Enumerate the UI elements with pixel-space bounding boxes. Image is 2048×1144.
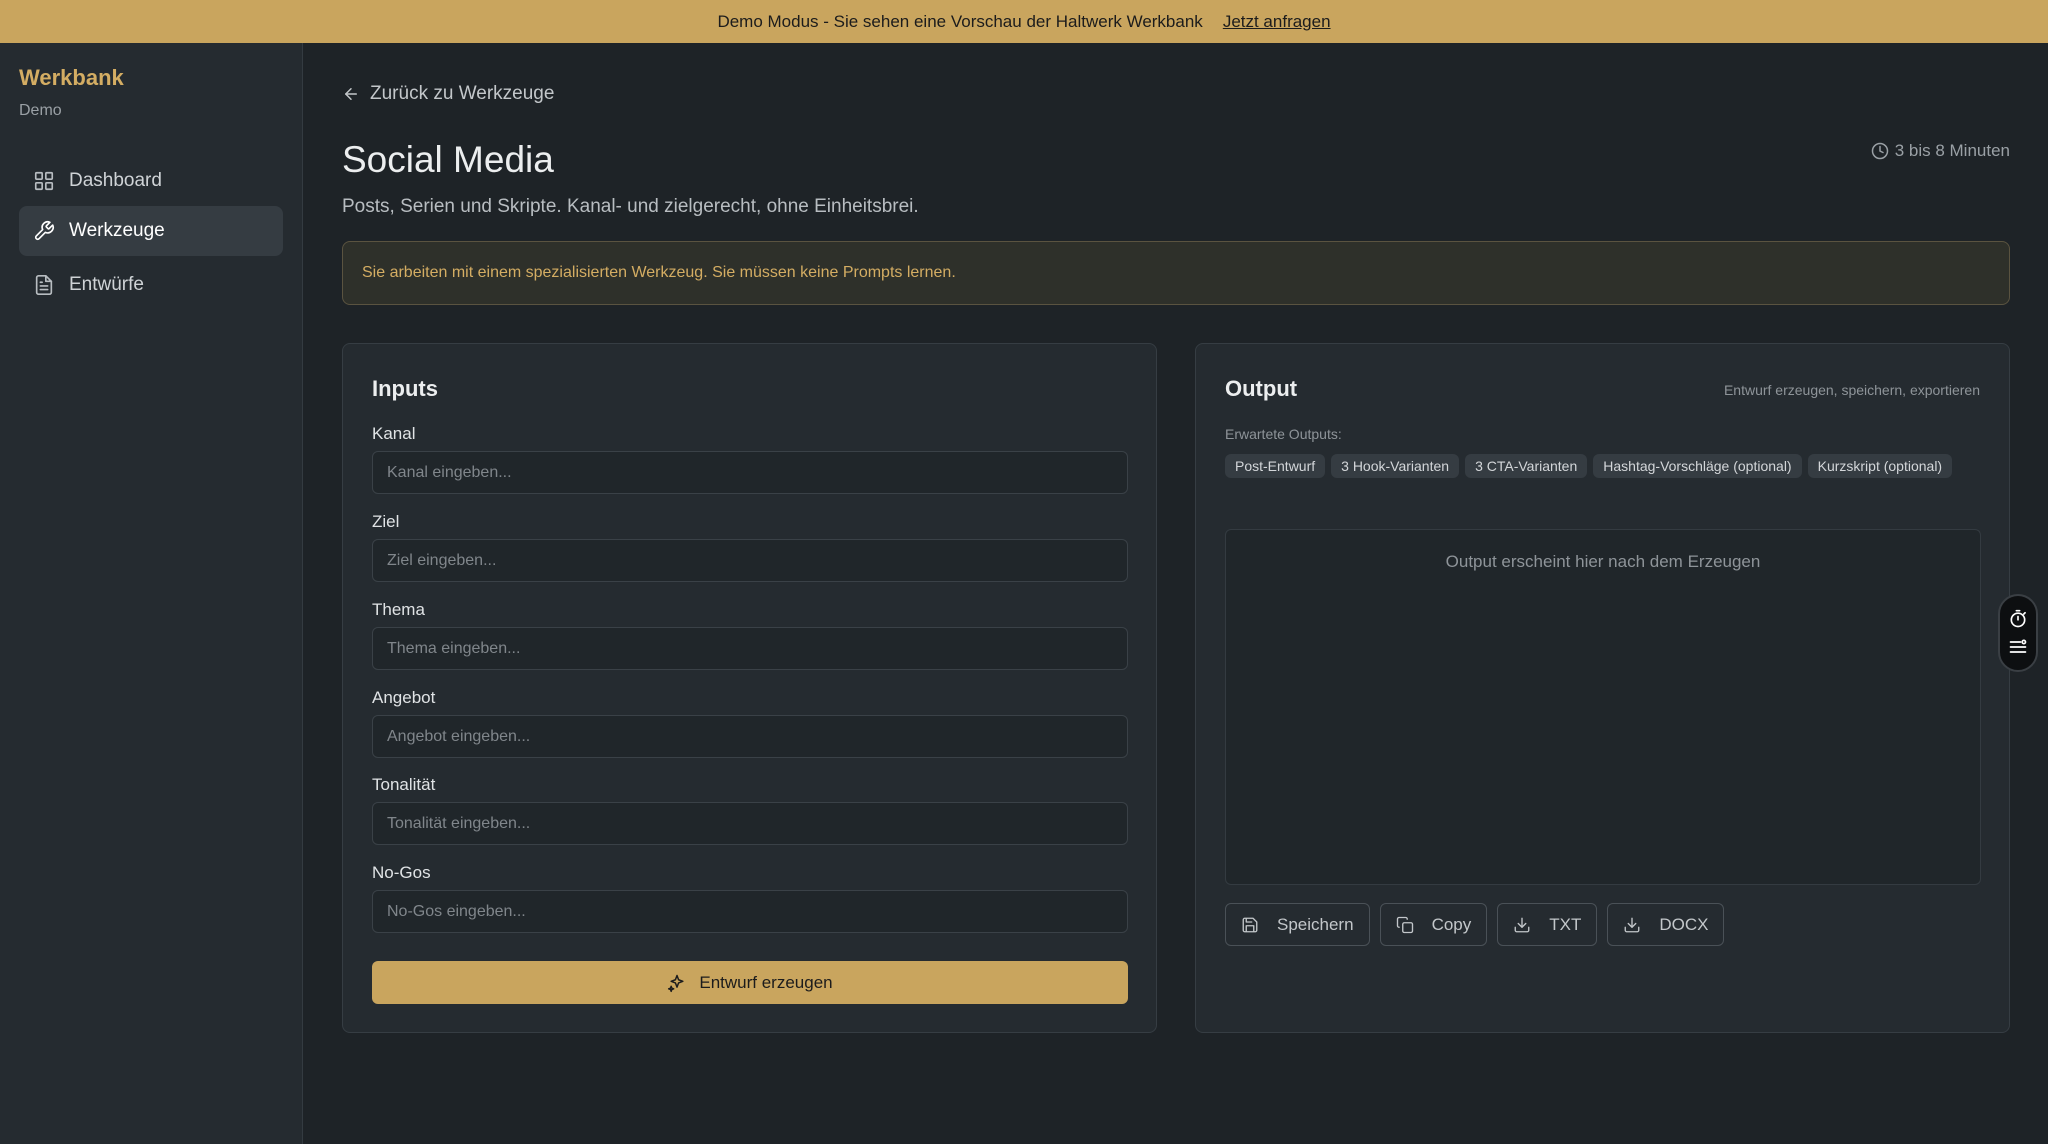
inputs-panel: Inputs Kanal Ziel Thema Angebot Tonalitä… — [342, 343, 1157, 1033]
output-title: Output — [1225, 376, 1298, 401]
export-txt-button[interactable]: TXT — [1497, 903, 1598, 946]
kanal-label: Kanal — [372, 424, 416, 443]
export-docx-button[interactable]: DOCX — [1607, 903, 1725, 946]
kanal-input[interactable] — [372, 451, 1128, 494]
sidebar-item-label: Dashboard — [69, 170, 162, 191]
generate-draft-button[interactable]: Entwurf erzeugen — [372, 961, 1128, 1004]
angebot-input[interactable] — [372, 715, 1128, 758]
output-actions: Speichern Copy TXT DOCX — [1225, 903, 1725, 946]
angebot-label: Angebot — [372, 688, 436, 707]
output-chip: Kurzskript (optional) — [1807, 454, 1953, 478]
output-hint: Entwurf erzeugen, speichern, exportieren — [1723, 382, 1980, 398]
download-icon — [1514, 917, 1530, 932]
output-area[interactable]: Output erscheint hier nach dem Erzeugen — [1225, 529, 1981, 885]
save-label: Speichern — [1277, 914, 1354, 934]
sidebar: Werkbank Demo Dashboard Werkzeuge Entwür… — [0, 43, 303, 1144]
thema-label: Thema — [372, 600, 425, 619]
stopwatch-icon[interactable] — [2008, 609, 2028, 629]
sparkles-icon — [668, 974, 684, 992]
tonalitaet-label: Tonalität — [372, 775, 436, 794]
inputs-title: Inputs — [372, 376, 438, 401]
sidebar-item-label: Entwürfe — [69, 274, 144, 295]
expected-outputs-label: Erwartete Outputs: — [1225, 426, 1342, 442]
wrench-icon — [34, 221, 54, 241]
txt-label: TXT — [1549, 914, 1582, 934]
output-chip: Hashtag-Vorschläge (optional) — [1593, 454, 1802, 478]
output-panel: Output Entwurf erzeugen, speichern, expo… — [1195, 343, 2010, 1033]
info-notice: Sie arbeiten mit einem spezialisierten W… — [342, 241, 2010, 305]
output-chip: 3 CTA-Varianten — [1465, 454, 1588, 478]
generate-label: Entwurf erzeugen — [699, 972, 833, 992]
docx-label: DOCX — [1659, 914, 1709, 934]
notice-text: Sie arbeiten mit einem spezialisierten W… — [362, 264, 956, 281]
save-icon — [1242, 917, 1258, 932]
ziel-input[interactable] — [372, 539, 1128, 582]
ziel-label: Ziel — [372, 512, 400, 531]
banner-text: Demo Modus - Sie sehen eine Vorschau der… — [717, 11, 1203, 31]
expected-outputs-list: Post-Entwurf 3 Hook-Varianten 3 CTA-Vari… — [1225, 454, 1955, 478]
document-icon — [35, 275, 53, 295]
banner-request-link[interactable]: Jetzt anfragen — [1223, 12, 1331, 32]
arrow-left-icon — [345, 88, 357, 100]
duration-text: 3 bis 8 Minuten — [1894, 141, 2010, 160]
copy-icon — [1396, 916, 1413, 933]
copy-button[interactable]: Copy — [1379, 903, 1488, 946]
tonalitaet-input[interactable] — [372, 802, 1128, 845]
demo-banner: Demo Modus - Sie sehen eine Vorschau der… — [0, 0, 2048, 43]
output-chip: 3 Hook-Varianten — [1331, 454, 1460, 478]
copy-label: Copy — [1431, 914, 1472, 934]
output-chip: Post-Entwurf — [1225, 454, 1326, 478]
download-icon — [1624, 917, 1640, 932]
grid-icon — [34, 171, 54, 191]
no-gos-label: No-Gos — [372, 863, 431, 882]
save-button[interactable]: Speichern — [1225, 903, 1370, 946]
duration-info: 3 bis 8 Minuten — [1871, 141, 2010, 161]
brand-subtitle: Demo — [19, 102, 62, 119]
no-gos-input[interactable] — [372, 890, 1128, 933]
sidebar-item-entwuerfe[interactable]: Entwürfe — [19, 260, 283, 310]
back-link-label: Zurück zu Werkzeuge — [370, 83, 555, 104]
thema-input[interactable] — [372, 627, 1128, 670]
clock-icon — [1871, 142, 1888, 160]
sidebar-item-dashboard[interactable]: Dashboard — [19, 156, 283, 206]
output-placeholder: Output erscheint hier nach dem Erzeugen — [1445, 552, 1761, 571]
back-link[interactable]: Zurück zu Werkzeuge — [342, 83, 554, 105]
sidebar-item-label: Werkzeuge — [69, 220, 165, 241]
list-settings-icon[interactable] — [2008, 637, 2028, 657]
brand-title[interactable]: Werkbank — [19, 65, 124, 91]
floating-tools-widget — [1998, 594, 2038, 672]
sidebar-item-werkzeuge[interactable]: Werkzeuge — [19, 206, 283, 256]
page-subtitle: Posts, Serien und Skripte. Kanal- und zi… — [342, 196, 919, 217]
page-title: Social Media — [342, 139, 554, 180]
